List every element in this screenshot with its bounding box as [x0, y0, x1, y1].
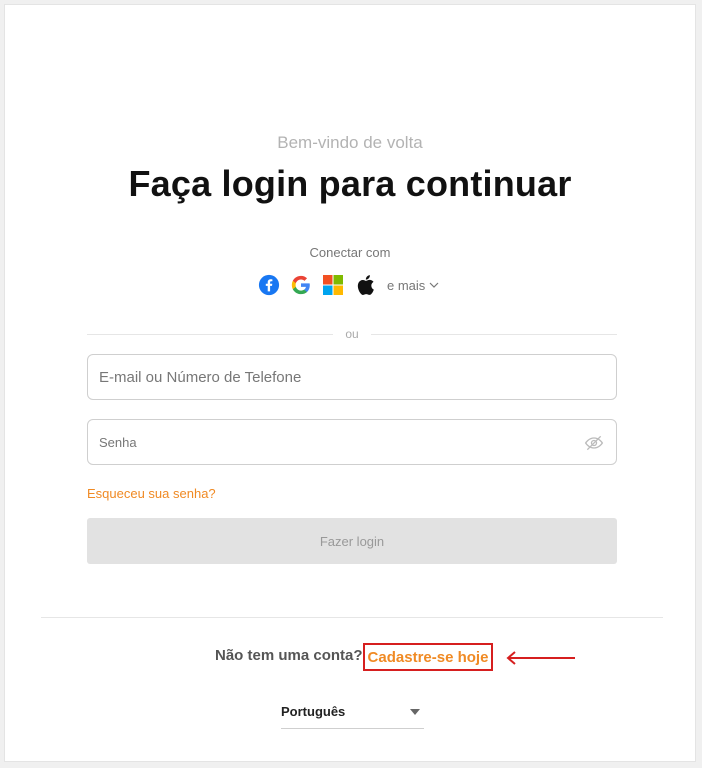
connect-with-label: Conectar com: [309, 245, 391, 260]
login-button[interactable]: Fazer login: [87, 518, 617, 564]
facebook-icon[interactable]: [257, 273, 281, 297]
or-label: ou: [345, 327, 359, 341]
caret-down-icon: [410, 708, 420, 715]
welcome-text: Bem-vindo de volta: [277, 133, 423, 152]
apple-icon[interactable]: [353, 273, 377, 297]
email-field-container: [87, 354, 617, 400]
password-field-container: [87, 419, 617, 465]
microsoft-icon[interactable]: [321, 273, 345, 297]
google-icon[interactable]: [289, 273, 313, 297]
eye-off-icon[interactable]: [584, 433, 604, 453]
social-login-row: e mais: [257, 272, 439, 298]
footer-divider: [41, 617, 663, 618]
email-input[interactable]: [88, 355, 616, 399]
or-divider: ou: [87, 326, 618, 342]
language-label: Português: [281, 704, 346, 719]
chevron-down-icon: [429, 282, 439, 288]
more-providers-label: e mais: [387, 277, 426, 293]
signup-link[interactable]: Cadastre-se hoje: [363, 643, 493, 671]
arrow-left-icon: [506, 651, 575, 665]
forgot-password-link[interactable]: Esqueceu sua senha?: [87, 486, 216, 501]
login-card: Bem-vindo de volta Faça login para conti…: [4, 4, 696, 762]
more-providers-dropdown[interactable]: e mais: [387, 278, 439, 293]
language-select[interactable]: Português: [281, 695, 424, 729]
no-account-text: Não tem uma conta?: [215, 647, 363, 664]
signup-row: Não tem uma conta? Cadastre-se hoje: [5, 643, 695, 671]
password-input[interactable]: [88, 420, 616, 464]
signup-link-label: Cadastre-se hoje: [367, 648, 489, 666]
page-title: Faça login para continuar: [128, 163, 572, 204]
